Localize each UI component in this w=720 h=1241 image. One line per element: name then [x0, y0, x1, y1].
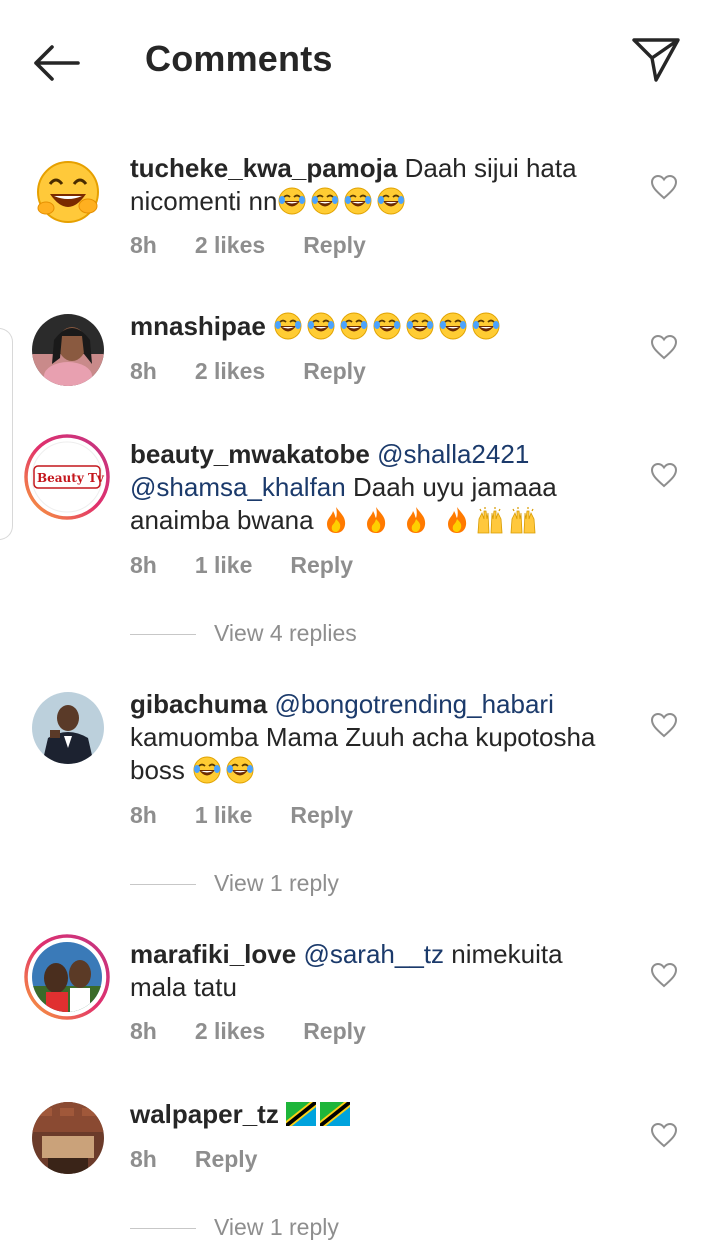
back-button[interactable]: [28, 40, 84, 86]
share-button[interactable]: [628, 34, 684, 86]
divider-line: [130, 884, 196, 886]
laughing-tears-emoji-icon: [343, 186, 373, 216]
arrow-left-icon: [34, 45, 80, 81]
profile-photo-icon: [32, 1102, 104, 1174]
comment-meta: 8h 1 like Reply: [130, 802, 391, 829]
fire-emoji-icon: [321, 505, 351, 535]
comment-meta: 8h 1 like Reply: [130, 552, 391, 579]
heart-icon[interactable]: [650, 334, 678, 360]
comment-meta: 8h 2 likes Reply: [130, 1018, 404, 1045]
avatar-with-story-ring[interactable]: Beauty Tv: [24, 434, 110, 520]
laughing-tears-emoji-icon: [372, 311, 402, 341]
laughing-tears-emoji-icon: [376, 186, 406, 216]
comment-time: 8h: [130, 1146, 157, 1172]
username[interactable]: gibachuma: [130, 689, 267, 719]
mention-link[interactable]: @shalla2421: [377, 439, 529, 469]
username[interactable]: beauty_mwakatobe: [130, 439, 370, 469]
tanzania-flag-icon: [320, 1102, 350, 1126]
comment-time: 8h: [130, 802, 157, 828]
username[interactable]: mnashipae: [130, 311, 266, 341]
comment-meta: 8h 2 likes Reply: [130, 232, 404, 259]
comment-time: 8h: [130, 232, 157, 258]
avatar[interactable]: [32, 314, 104, 386]
comment-text: mnashipae: [130, 310, 610, 343]
comment-text: tucheke_kwa_pamoja Daah sijui hata nicom…: [130, 152, 610, 218]
divider-line: [130, 1228, 196, 1230]
comment-meta: 8h 2 likes Reply: [130, 358, 404, 385]
reply-button[interactable]: Reply: [195, 1146, 258, 1173]
side-drawer-handle[interactable]: [0, 328, 13, 540]
laughing-tears-emoji-icon: [339, 311, 369, 341]
reply-button[interactable]: Reply: [303, 232, 366, 259]
like-count[interactable]: 1 like: [195, 552, 253, 579]
heart-icon[interactable]: [650, 462, 678, 488]
like-count[interactable]: 2 likes: [195, 1018, 265, 1045]
view-replies-label[interactable]: View 1 reply: [214, 870, 339, 896]
laughing-tears-emoji-icon: [310, 186, 340, 216]
comment-text: walpaper_tz: [130, 1098, 610, 1131]
laughing-tears-emoji-icon: [273, 311, 303, 341]
profile-photo-icon: [32, 692, 104, 764]
fire-emoji-icon: [361, 505, 391, 535]
reply-button[interactable]: Reply: [303, 1018, 366, 1045]
view-replies-label[interactable]: View 4 replies: [214, 620, 357, 646]
like-count[interactable]: 2 likes: [195, 232, 265, 259]
like-count[interactable]: 1 like: [195, 802, 253, 829]
comment-time: 8h: [130, 552, 157, 578]
like-count[interactable]: 2 likes: [195, 358, 265, 385]
page-title: Comments: [145, 38, 333, 79]
view-replies-button[interactable]: View 4 replies: [130, 620, 357, 647]
laughing-tears-emoji-icon: [405, 311, 435, 341]
laughing-face-avatar-icon: [32, 156, 104, 228]
view-replies-button[interactable]: View 1 reply: [130, 1214, 339, 1241]
reply-button[interactable]: Reply: [290, 802, 353, 829]
comment-time: 8h: [130, 358, 157, 384]
divider-line: [130, 634, 196, 636]
comment-time: 8h: [130, 1018, 157, 1044]
laughing-tears-emoji-icon: [438, 311, 468, 341]
profile-photo-icon: [32, 314, 104, 386]
laughing-tears-emoji-icon: [306, 311, 336, 341]
mention-link[interactable]: @sarah__tz: [303, 939, 444, 969]
raising-hands-emoji-icon: [475, 505, 505, 535]
heart-icon[interactable]: [650, 1122, 678, 1148]
laughing-tears-emoji-icon: [277, 186, 307, 216]
avatar[interactable]: [32, 692, 104, 764]
heart-icon[interactable]: [650, 712, 678, 738]
laughing-tears-emoji-icon: [225, 755, 255, 785]
comment-text: gibachuma @bongotrending_habari kamuomba …: [130, 688, 610, 787]
fire-emoji-icon: [442, 505, 472, 535]
view-replies-button[interactable]: View 1 reply: [130, 870, 339, 897]
username[interactable]: marafiki_love: [130, 939, 296, 969]
mention-link[interactable]: @shamsa_khalfan: [130, 472, 346, 502]
beauty-tv-logo-icon: Beauty Tv: [24, 434, 110, 520]
reply-button[interactable]: Reply: [303, 358, 366, 385]
comment-text: marafiki_love @sarah__tz nimekuita mala …: [130, 938, 610, 1004]
laughing-tears-emoji-icon: [471, 311, 501, 341]
fire-emoji-icon: [401, 505, 431, 535]
avatar[interactable]: [32, 156, 104, 228]
avatar[interactable]: [32, 1102, 104, 1174]
view-replies-label[interactable]: View 1 reply: [214, 1214, 339, 1240]
username[interactable]: tucheke_kwa_pamoja: [130, 153, 397, 183]
svg-text:Beauty Tv: Beauty Tv: [37, 471, 105, 485]
reply-button[interactable]: Reply: [290, 552, 353, 579]
comment-meta: 8h Reply: [130, 1146, 295, 1173]
raising-hands-emoji-icon: [508, 505, 538, 535]
top-bar: Comments: [0, 0, 720, 125]
avatar-with-story-ring[interactable]: [24, 934, 110, 1020]
paper-plane-icon: [632, 38, 680, 82]
laughing-tears-emoji-icon: [192, 755, 222, 785]
username[interactable]: walpaper_tz: [130, 1099, 279, 1129]
heart-icon[interactable]: [650, 962, 678, 988]
profile-photo-icon: [24, 934, 110, 1020]
heart-icon[interactable]: [650, 174, 678, 200]
tanzania-flag-icon: [286, 1102, 316, 1126]
mention-link[interactable]: @bongotrending_habari: [274, 689, 553, 719]
comment-text: beauty_mwakatobe @shalla2421 @shamsa_kha…: [130, 438, 610, 537]
